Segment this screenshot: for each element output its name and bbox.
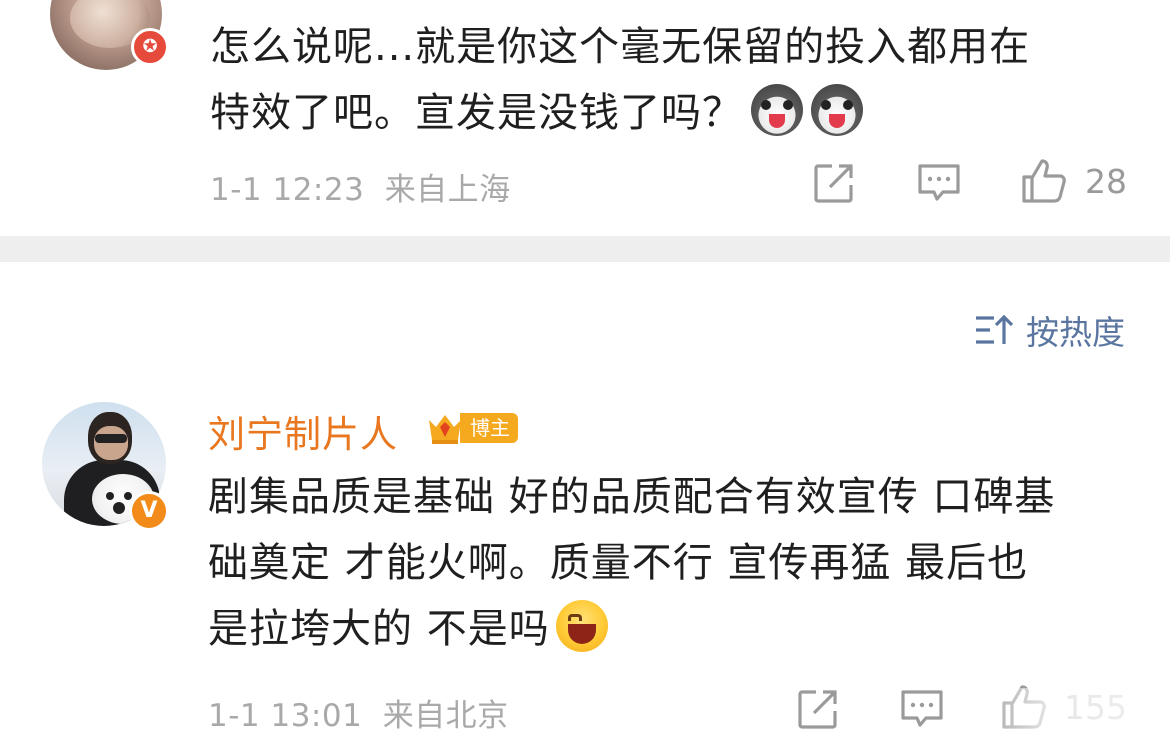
comment-icon[interactable] [900,688,944,730]
sort-label: 按热度 [1026,313,1125,352]
like-count: 155 [1064,688,1127,727]
husky-emoji-icon [751,84,803,136]
member-badge-icon: ✪ [131,28,169,66]
sort-toggle[interactable]: 按热度 [974,306,1125,354]
comment-text-line: 础奠定 才能火啊。质量不行 宣传再猛 最后也 [208,540,1029,586]
comment-text-line: 怎么说呢...就是你这个毫无保留的投入都用在 [210,24,1031,70]
laugh-emoji-icon [555,600,608,652]
comment-location: 来自北京 [382,698,509,734]
section-divider [0,236,1170,262]
blogger-tag: 博主 [460,413,518,443]
comment-text-line: 是拉垮大的 不是吗 [208,606,550,652]
verified-v-icon: V [129,491,169,531]
comment-text-line: 特效了吧。宣发是没钱了吗？ [210,90,743,136]
crown-icon [429,415,461,444]
author-name[interactable]: 刘宁制片人 [208,404,398,458]
comment-text: 怎么说呢...就是你这个毫无保留的投入都用在 特效了吧。宣发是没钱了吗？ [210,14,1130,146]
husky-emoji-icon [811,84,863,136]
sort-icon [976,314,1014,344]
comment-time: 1-1 13:01 [208,698,363,734]
comment-meta: 1-1 13:01 来自北京 [208,690,509,735]
like-icon[interactable] [1020,157,1068,205]
weibo-comments-page: ✪ 怎么说呢...就是你这个毫无保留的投入都用在 特效了吧。宣发是没钱了吗？ 1… [0,0,1170,752]
comment-card: ✪ 怎么说呢...就是你这个毫无保留的投入都用在 特效了吧。宣发是没钱了吗？ 1… [0,0,1170,236]
blogger-badge: 博主 [426,409,518,447]
comment-icon[interactable] [917,162,961,204]
comment-location: 来自上海 [384,172,511,208]
share-icon[interactable] [796,687,840,731]
comment-meta: 1-1 12:23 来自上海 [210,164,511,209]
like-count: 28 [1085,162,1127,201]
comment-text: 剧集品质是基础 好的品质配合有效宣传 口碑基 础奠定 才能火啊。质量不行 宣传再… [208,464,1138,662]
share-icon[interactable] [812,161,856,205]
like-icon[interactable] [1000,683,1048,731]
comment-text-line: 剧集品质是基础 好的品质配合有效宣传 口碑基 [208,474,1056,520]
comment-time: 1-1 12:23 [210,172,365,208]
